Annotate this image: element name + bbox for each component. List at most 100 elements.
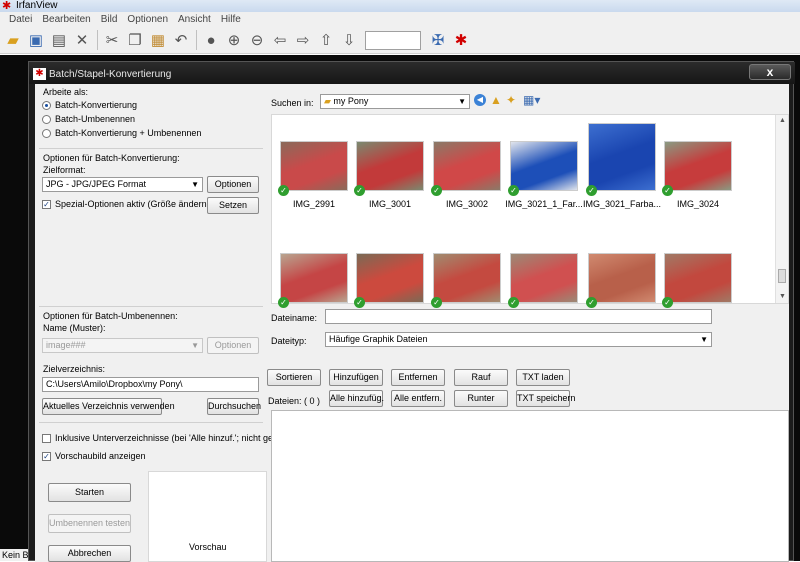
- move-down-button[interactable]: Runter: [454, 390, 508, 407]
- show-preview-label[interactable]: Vorschaubild anzeigen: [55, 451, 146, 461]
- divider: [39, 306, 263, 307]
- search-in-select[interactable]: ▰ my Pony ▼: [320, 94, 470, 109]
- special-options-checkbox[interactable]: ✓: [42, 200, 51, 209]
- delete-icon[interactable]: ✕: [71, 29, 93, 51]
- add-button[interactable]: Hinzufügen: [329, 369, 383, 386]
- thumbnail-image: [588, 123, 656, 191]
- checkmark-icon: ✓: [662, 185, 673, 196]
- scroll-up-icon[interactable]: ▲: [779, 117, 786, 124]
- thumbnail-scrollbar[interactable]: ▲ ▼: [775, 115, 788, 303]
- status-text: Kein Bi: [2, 550, 30, 560]
- zoom-input[interactable]: [365, 30, 421, 50]
- thumbnail-caption: IMG_3001: [368, 199, 412, 209]
- radio-batch-rename[interactable]: [42, 115, 51, 124]
- folder-icon: ▰: [324, 96, 334, 106]
- thumbnail-image: [510, 141, 578, 191]
- remove-all-button[interactable]: Alle entfern.: [391, 390, 445, 407]
- app-title: IrfanView: [16, 0, 58, 11]
- special-options-label[interactable]: Spezial-Optionen aktiv (Größe ändern etc…: [55, 199, 227, 209]
- paste-icon[interactable]: ▦: [147, 29, 169, 51]
- filetype-label: Dateityp:: [271, 336, 307, 346]
- filetype-value: Häufige Graphik Dateien: [329, 334, 428, 344]
- thumbnail-image: [510, 253, 578, 303]
- filename-input[interactable]: [325, 309, 712, 324]
- slideshow-icon[interactable]: ▣: [25, 29, 47, 51]
- checkmark-icon: ✓: [278, 297, 289, 308]
- cut-icon[interactable]: ✂: [101, 29, 123, 51]
- scrollbar-thumb[interactable]: [778, 269, 786, 283]
- last-page-icon[interactable]: ⇩: [338, 29, 360, 51]
- include-subdirs-label[interactable]: Inklusive Unterverzeichnisse (bei 'Alle …: [55, 433, 288, 443]
- copy-icon[interactable]: ❐: [124, 29, 146, 51]
- zoom-out-icon[interactable]: ⊖: [246, 29, 268, 51]
- chevron-down-icon: ▼: [458, 97, 466, 106]
- thumbnail-caption: IMG_3021_1_Far...: [505, 199, 583, 209]
- irfanview-logo-icon: ✱: [33, 68, 46, 80]
- app-title-bar: ✱ IrfanView: [0, 0, 800, 12]
- irfanview-logo-icon: ✱: [2, 0, 12, 12]
- open-folder-icon[interactable]: ▰: [2, 29, 24, 51]
- tools-icon[interactable]: ✠: [427, 29, 449, 51]
- include-subdirs-checkbox[interactable]: [42, 434, 51, 443]
- convert-options-label: Optionen für Batch-Konvertierung:: [43, 153, 180, 163]
- new-folder-icon[interactable]: ✦: [506, 93, 516, 107]
- radio-convert-rename-label[interactable]: Batch-Konvertierung + Umbenennen: [55, 128, 201, 138]
- save-txt-button[interactable]: TXT speichern: [516, 390, 575, 407]
- format-options-button[interactable]: Optionen: [207, 176, 259, 193]
- checkmark-icon: ✓: [431, 297, 442, 308]
- add-all-button[interactable]: Alle hinzufüg.: [329, 390, 384, 407]
- filetype-select[interactable]: Häufige Graphik Dateien ▼: [325, 332, 712, 347]
- radio-batch-convert[interactable]: [42, 101, 51, 110]
- dialog-client: Arbeite als: Batch-Konvertierung Batch-U…: [35, 84, 789, 562]
- set-button[interactable]: Setzen: [207, 197, 259, 214]
- dialog-title-bar[interactable]: ✱ Batch/Stapel-Konvertierung x: [29, 62, 795, 84]
- thumbnail-caption: IMG_3024: [676, 199, 720, 209]
- remove-button[interactable]: Entfernen: [391, 369, 445, 386]
- chevron-down-icon: ▼: [191, 180, 199, 189]
- move-up-button[interactable]: Rauf: [454, 369, 508, 386]
- search-in-value: my Pony: [333, 96, 369, 106]
- back-icon[interactable]: ◀: [474, 94, 486, 106]
- up-folder-icon[interactable]: ▲: [490, 93, 502, 107]
- radio-convert-rename[interactable]: [42, 129, 51, 138]
- start-button[interactable]: Starten: [48, 483, 131, 502]
- checkmark-icon: ✓: [508, 185, 519, 196]
- radio-batch-convert-label[interactable]: Batch-Konvertierung: [55, 100, 137, 110]
- load-txt-button[interactable]: TXT laden: [516, 369, 570, 386]
- cancel-button[interactable]: Abbrechen: [48, 545, 131, 562]
- zoom-in-icon[interactable]: ⊕: [223, 29, 245, 51]
- thumbnail-caption: IMG_3002: [445, 199, 489, 209]
- menu-bild[interactable]: Bild: [96, 14, 123, 25]
- use-current-dir-button[interactable]: Aktuelles Verzeichnis verwenden: [42, 398, 175, 415]
- next-icon[interactable]: ⇨: [292, 29, 314, 51]
- target-dir-input[interactable]: C:\Users\Amilo\Dropbox\my Pony\: [42, 377, 259, 392]
- thumbnail-area: ✓ IMG_2991 ✓ IMG_3001 ✓ IMG_3002 ✓ IMG_3021_1_F…: [271, 114, 789, 308]
- thumbnail-image: [280, 141, 348, 191]
- target-format-label: Zielformat:: [43, 165, 86, 175]
- menu-datei[interactable]: Datei: [4, 14, 37, 25]
- menu-ansicht[interactable]: Ansicht: [173, 14, 216, 25]
- radio-batch-rename-label[interactable]: Batch-Umbenennen: [55, 114, 135, 124]
- view-menu-icon[interactable]: ▦▾: [523, 93, 540, 107]
- thumbnail-caption: IMG_2991: [292, 199, 336, 209]
- save-icon[interactable]: ▤: [48, 29, 70, 51]
- irfanview-about-icon[interactable]: ✱: [450, 29, 472, 51]
- show-preview-checkbox[interactable]: ✓: [42, 452, 51, 461]
- close-button[interactable]: x: [749, 64, 791, 80]
- rename-options-button: Optionen: [207, 337, 259, 354]
- sort-button[interactable]: Sortieren: [267, 369, 321, 386]
- undo-icon[interactable]: ↶: [170, 29, 192, 51]
- menu-optionen[interactable]: Optionen: [122, 14, 173, 25]
- target-format-select[interactable]: JPG - JPG/JPEG Format ▼: [42, 177, 203, 192]
- menu-hilfe[interactable]: Hilfe: [216, 14, 246, 25]
- rename-options-label: Optionen für Batch-Umbenennen:: [43, 311, 178, 321]
- scroll-down-icon[interactable]: ▼: [779, 293, 786, 300]
- first-page-icon[interactable]: ⇧: [315, 29, 337, 51]
- previous-icon[interactable]: ⇦: [269, 29, 291, 51]
- checkmark-icon: ✓: [354, 185, 365, 196]
- info-icon[interactable]: ●: [200, 29, 222, 51]
- file-list[interactable]: [271, 410, 789, 562]
- toolbar: ▰ ▣ ▤ ✕ ✂ ❐ ▦ ↶ ● ⊕ ⊖ ⇦ ⇨ ⇧ ⇩ ✠ ✱: [0, 27, 800, 54]
- menu-bearbeiten[interactable]: Bearbeiten: [37, 14, 95, 25]
- browse-button[interactable]: Durchsuchen: [207, 398, 261, 415]
